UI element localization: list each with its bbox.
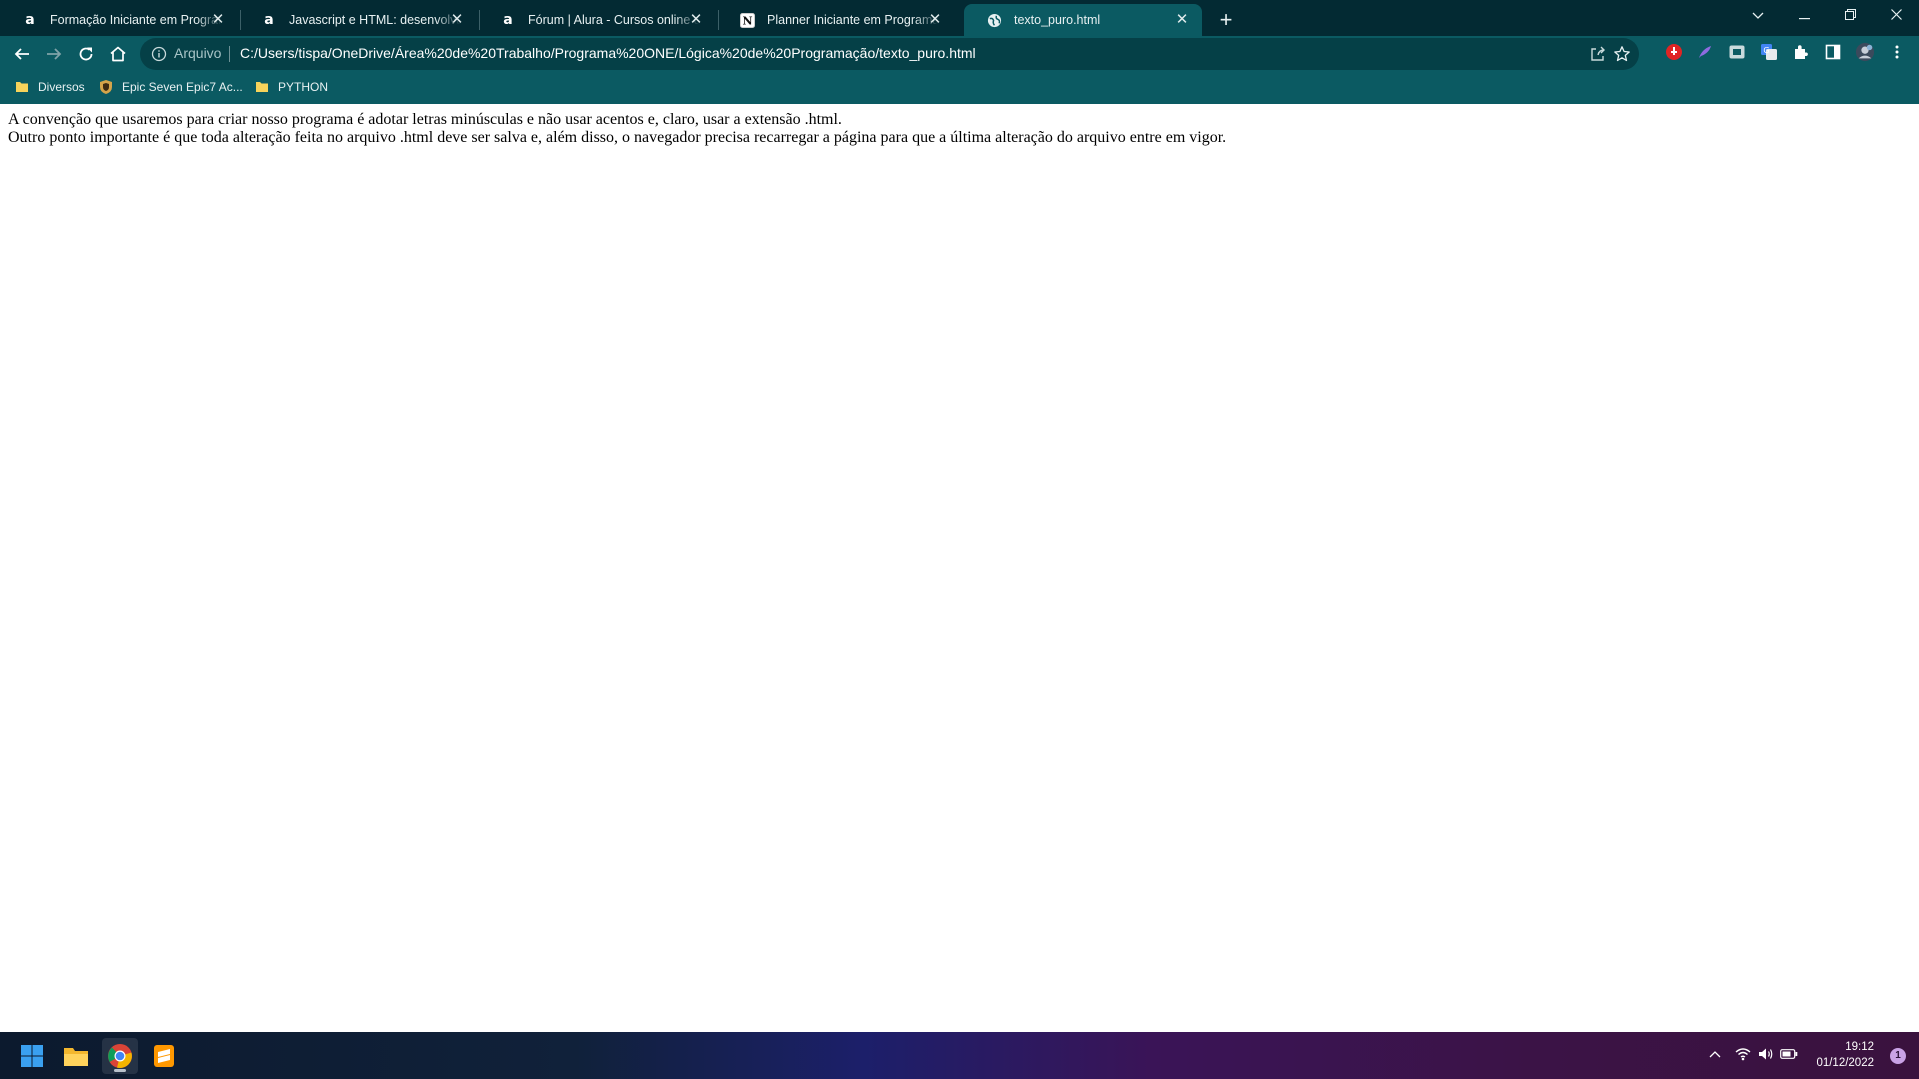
paragraph-line-2: Outro ponto importante é que toda altera… [8,129,1227,146]
home-button[interactable] [104,40,132,68]
extensions-puzzle-icon[interactable] [1791,42,1811,62]
close-tab-icon[interactable]: ✕ [688,12,704,28]
reload-button[interactable] [72,40,100,68]
close-tab-icon[interactable]: ✕ [1174,12,1190,28]
tab-texto-puro[interactable]: texto_puro.html ✕ [964,4,1202,36]
tab-search-icon[interactable] [1735,0,1781,30]
bookmark-python[interactable]: PYTHON [254,76,328,98]
forward-button[interactable] [40,40,68,68]
tab-title: Planner Iniciante em Programação [767,13,939,27]
tab-title: texto_puro.html [1014,13,1101,27]
clock-date: 01/12/2022 [1816,1057,1874,1069]
profile-avatar-icon[interactable] [1855,42,1875,62]
tab-javascript[interactable]: a Javascript e HTML: desenvolva um jogo … [239,4,477,36]
url-text[interactable]: C:/Users/tispa/OneDrive/Área%20de%20Trab… [240,45,976,61]
svg-text:G: G [1763,46,1769,55]
back-button[interactable] [8,40,36,68]
bookmark-label: Diversos [38,80,85,94]
chrome-icon[interactable] [102,1038,138,1074]
scheme-label: Arquivo [174,45,222,61]
windows-start-icon[interactable] [14,1038,50,1074]
alura-icon: a [503,12,513,28]
new-tab-button[interactable]: + [1212,6,1240,34]
folder-icon [254,79,270,95]
omnibox-divider [229,46,230,62]
address-bar[interactable]: Arquivo C:/Users/tispa/OneDrive/Área%20d… [140,38,1639,70]
body-text: A convenção que usaremos para criar noss… [8,111,1226,147]
system-clock[interactable]: 19:12 01/12/2022 [1816,1039,1874,1071]
folder-icon [14,79,30,95]
menu-icon[interactable] [1887,42,1907,62]
extension-red-icon[interactable] [1664,42,1684,62]
chevron-up-icon[interactable] [1705,1044,1725,1064]
tab-forum[interactable]: a Fórum | Alura - Cursos online de tecno… [478,4,716,36]
tab-planner[interactable]: N Planner Iniciante em Programação ✕ [717,4,955,36]
file-explorer-icon[interactable] [58,1038,94,1074]
share-icon[interactable] [1589,45,1607,63]
taskbar: 19:12 01/12/2022 1 [0,1032,1919,1079]
notification-badge[interactable]: 1 [1890,1048,1906,1064]
shield-icon [98,79,114,95]
bookmark-label: Epic Seven Epic7 Ac... [122,80,243,94]
alura-icon: a [264,12,274,28]
bookmark-diversos[interactable]: Diversos [14,76,85,98]
battery-icon[interactable] [1779,1044,1799,1064]
minimize-button[interactable] [1781,0,1827,30]
tab-title: Fórum | Alura - Cursos online de tecnolo… [528,13,700,27]
tab-title: Javascript e HTML: desenvolva um jogo [289,13,461,27]
active-app-indicator [114,1069,126,1072]
extension-feather-icon[interactable] [1695,42,1715,62]
sublime-text-icon[interactable] [146,1038,182,1074]
tab-strip: a Formação Iniciante em Programação ✕ a … [0,0,1919,36]
notion-icon: N [739,12,755,28]
close-tab-icon[interactable]: ✕ [449,12,465,28]
close-tab-icon[interactable]: ✕ [927,12,943,28]
globe-icon [986,12,1002,28]
clock-time: 19:12 [1845,1041,1874,1053]
close-tab-icon[interactable]: ✕ [210,12,226,28]
page-content: A convenção que usaremos para criar noss… [0,104,1919,1032]
tab-title: Formação Iniciante em Programação [50,13,222,27]
svg-text:N: N [742,14,752,27]
bookmark-label: PYTHON [278,80,329,94]
extension-screenshot-icon[interactable] [1727,42,1747,62]
paragraph-line-1: A convenção que usaremos para criar noss… [8,111,842,128]
browser-toolbar: Arquivo C:/Users/tispa/OneDrive/Área%20d… [0,36,1919,104]
restore-button[interactable] [1827,0,1873,30]
tab-formacao[interactable]: a Formação Iniciante em Programação ✕ [0,4,238,36]
info-icon[interactable] [151,46,167,62]
alura-icon: a [25,12,35,28]
side-panel-icon[interactable] [1823,42,1843,62]
bookmark-star-icon[interactable] [1613,45,1631,63]
wifi-icon[interactable] [1733,1044,1753,1064]
close-window-button[interactable] [1873,0,1919,30]
extension-translate-icon[interactable]: G [1759,42,1779,62]
bookmark-epic-seven[interactable]: Epic Seven Epic7 Ac... [98,76,243,98]
volume-icon[interactable] [1756,1044,1776,1064]
